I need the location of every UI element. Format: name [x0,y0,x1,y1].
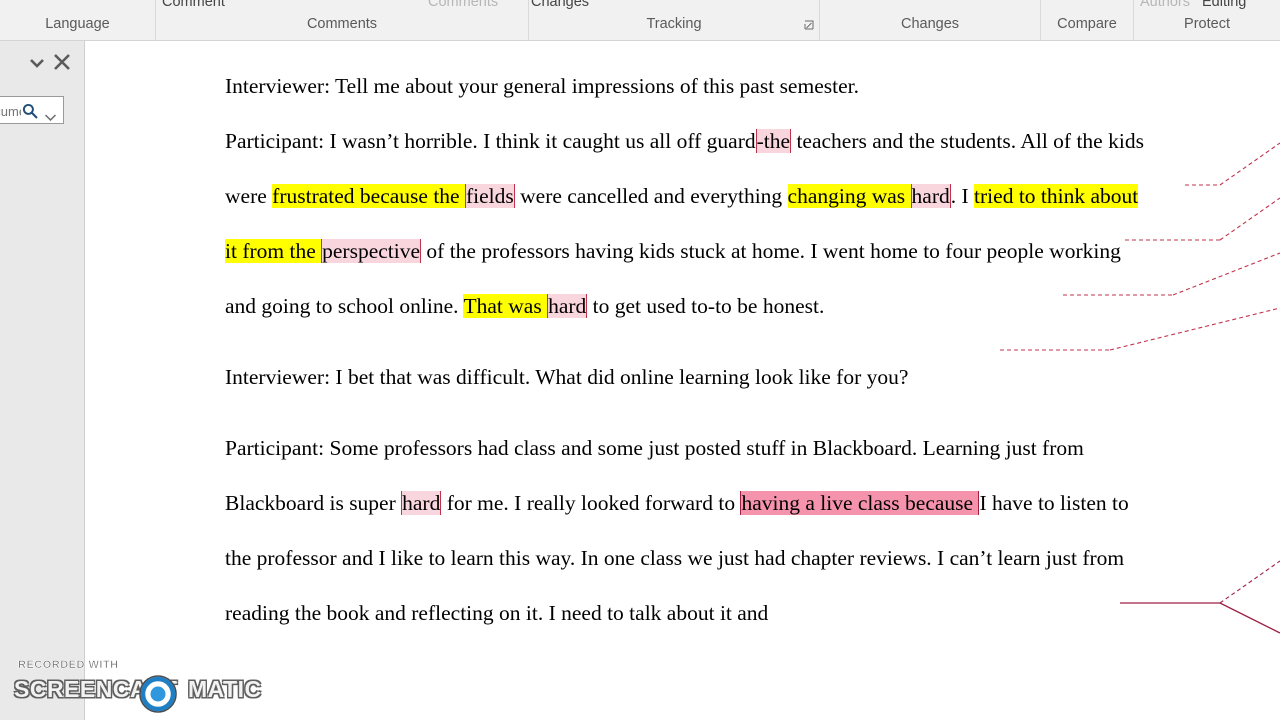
highlighted-text[interactable]: changing was [787,184,911,208]
navigation-search-box[interactable] [0,96,64,124]
comment-anchor[interactable]: hard [401,491,442,515]
dialog-launcher-icon[interactable] [804,20,815,31]
ribbon-command-editing-4[interactable]: Editing [1202,0,1246,10]
ribbon-command-comment-0[interactable]: Comment [162,0,225,10]
ribbon-review-tab: Comment Comments Changes Authors Editing Lan… [0,0,1280,41]
search-options-chevron-icon[interactable] [44,108,57,122]
search-input[interactable] [0,100,23,122]
comment-anchor[interactable]: hard [547,294,588,318]
comment-anchor[interactable]: fields [464,184,515,208]
ribbon-command-changes-2[interactable]: Changes [531,0,589,10]
document-paragraph-p2[interactable]: Participant: I wasn’t horrible. I think … [225,114,1155,334]
document-paragraph-p3[interactable]: Interviewer: I bet that was difficult. W… [225,350,1155,405]
comment-leader-line [1185,142,1280,186]
ribbon-group-label: Compare [1057,16,1117,32]
ribbon-group-label: Tracking [646,16,702,32]
comment-anchor[interactable]: hard [910,184,951,208]
ribbon-group-label: Comments [306,16,378,32]
ribbon-group-separator [1133,0,1134,40]
ribbon-group-separator [528,0,529,40]
ribbon-group-changes: Changes [820,13,1040,40]
document-body-text[interactable]: Interviewer: Tell me about your general … [225,59,1155,641]
document-scroll-area[interactable]: Interviewer: Tell me about your general … [85,41,1280,720]
search-icon[interactable] [21,102,39,120]
ribbon-group-language: Language [0,13,155,40]
ribbon-group-tracking: Tracking [529,13,819,40]
ribbon-group-label: Changes [900,16,960,32]
ribbon-group-protect: Protect [1134,13,1280,40]
ribbon-group-separator [819,0,820,40]
comment-anchor[interactable]: -the [755,129,792,153]
ribbon-group-compare: Compare [1041,13,1133,40]
ribbon-group-separator [1040,0,1041,40]
document-paragraph-p4[interactable]: Participant: Some professors had class a… [225,421,1155,641]
highlighted-text[interactable]: That was [463,294,548,318]
comment-anchor[interactable]: perspective [321,239,422,263]
document-paragraph-p1[interactable]: Interviewer: Tell me about your general … [225,59,1155,114]
ribbon-group-label: Protect [1184,16,1230,32]
highlighted-text[interactable]: frustrated because the [272,184,465,208]
active-comment-anchor[interactable]: having a live class because [740,491,980,515]
ribbon-group-label: Language [45,16,110,32]
navigation-pane: you are d apply - [0,41,85,720]
ribbon-group-labels: Language Comments Tracking Changes Compare Pr… [0,0,1280,40]
navigation-pane-header [0,41,84,83]
close-icon[interactable] [52,52,72,74]
document-page[interactable]: Interviewer: Tell me about your general … [85,41,1280,720]
ribbon-command-comments-1[interactable]: Comments [428,0,498,10]
ribbon-group-comments: Comments [156,13,528,40]
chevron-down-icon[interactable] [28,54,46,72]
ribbon-command-labels: Comment Comments Changes Authors Editing [0,0,1280,12]
ribbon-group-separator [155,0,156,40]
ribbon-command-authors-3[interactable]: Authors [1140,0,1190,10]
